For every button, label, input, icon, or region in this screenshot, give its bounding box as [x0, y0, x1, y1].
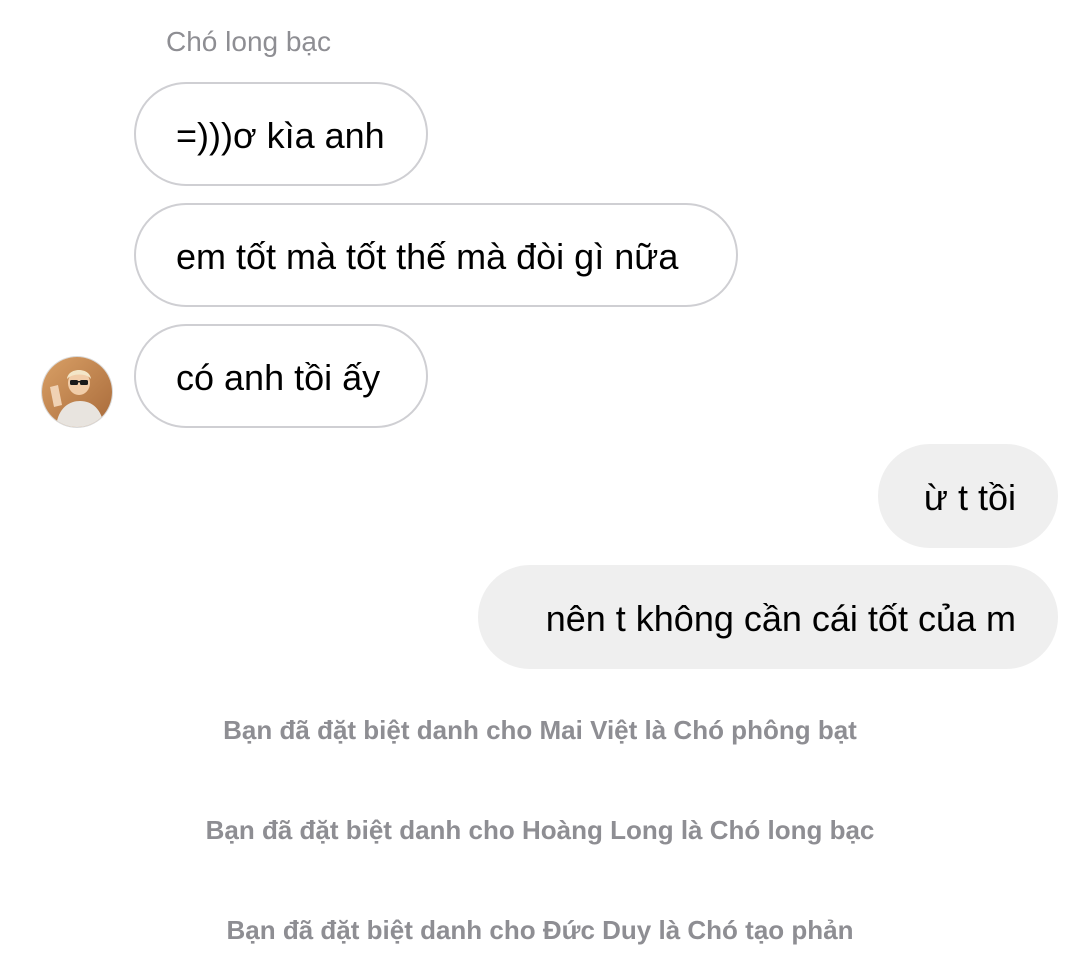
nickname-change-notice: Bạn đã đặt biệt danh cho Đức Duy là Chó …: [226, 915, 854, 945]
incoming-message-bubble[interactable]: =)))ơ kìa anh: [134, 82, 428, 186]
incoming-message-bubble[interactable]: em tốt mà tốt thế mà đòi gì nữa: [134, 203, 738, 307]
outgoing-message-bubble[interactable]: nên t không cần cái tốt của m: [478, 565, 1058, 669]
outgoing-message-bubble[interactable]: ừ t tồi: [878, 444, 1058, 548]
sender-avatar[interactable]: [42, 357, 112, 427]
sender-name: Chó long bạc: [166, 26, 332, 57]
incoming-message-bubble[interactable]: có anh tồi ấy: [134, 324, 428, 428]
avatar-photo-icon: [42, 357, 112, 427]
nickname-change-notice: Bạn đã đặt biệt danh cho Hoàng Long là C…: [205, 815, 875, 845]
nickname-change-notice: Bạn đã đặt biệt danh cho Mai Việt là Chó…: [223, 715, 857, 745]
